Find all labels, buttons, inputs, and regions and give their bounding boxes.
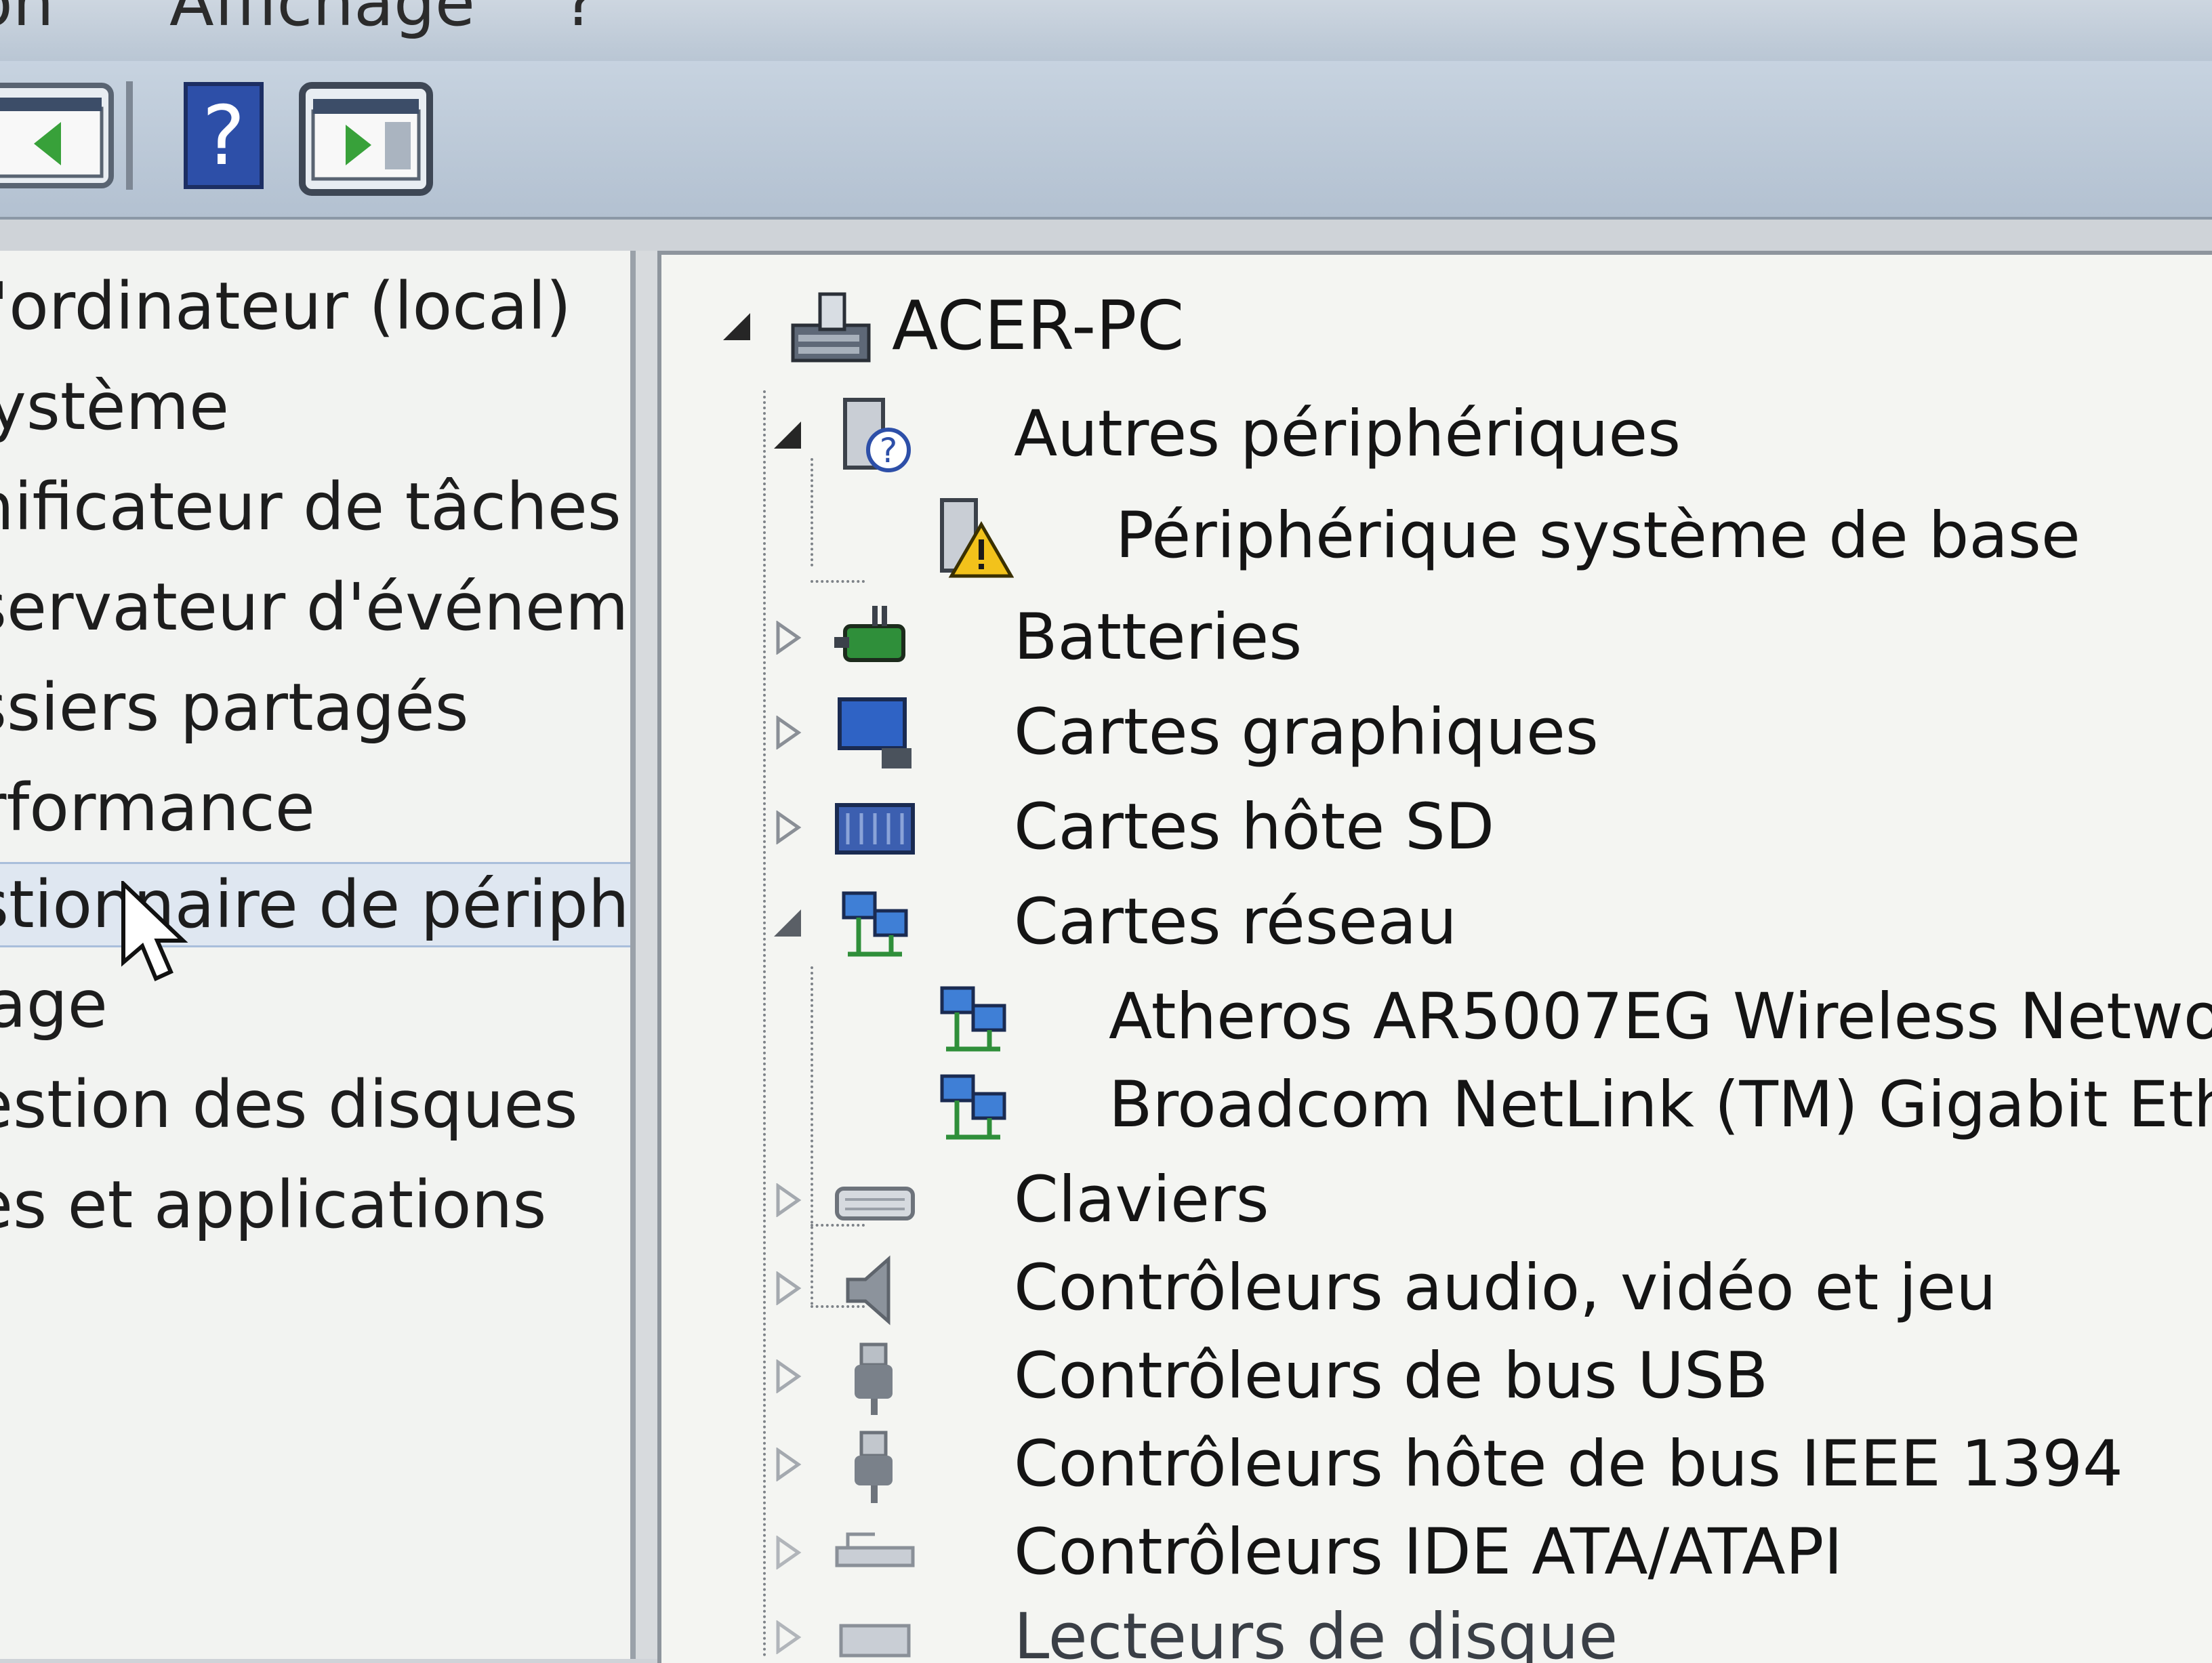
keyboard-icon — [835, 1187, 915, 1220]
tree-node-ide-controllers[interactable]: Contrôleurs IDE ATA/ATAPI — [661, 1508, 2017, 1597]
pane-splitter[interactable] — [636, 251, 657, 1659]
collapse-arrow-icon[interactable] — [719, 309, 753, 343]
tree-label: Atheros AR5007EG Wireless Network Adapte… — [1109, 980, 2212, 1054]
nav-item-performance[interactable]: rformance — [0, 767, 315, 848]
nav-item-device-manager[interactable]: stionnaire de périphé — [0, 862, 630, 947]
nav-item-shared-folders[interactable]: ssiers partagés — [0, 667, 468, 748]
battery-icon — [834, 606, 905, 662]
display-adapter-icon — [838, 697, 912, 768]
toolbar: ? — [0, 61, 2212, 220]
menu-item-help[interactable]: ? — [562, 0, 597, 41]
help-button[interactable]: ? — [183, 81, 264, 190]
tree-node-broadcom-adapter[interactable]: Broadcom NetLink (TM) Gigabit Ethernet — [661, 1061, 2212, 1149]
usb-icon — [855, 1342, 893, 1415]
tree-node-ieee1394-controllers[interactable]: Contrôleurs hôte de bus IEEE 1394 — [661, 1420, 2123, 1508]
speaker-icon — [846, 1255, 890, 1326]
nav-item-task-scheduler[interactable]: nificateur de tâches — [0, 466, 621, 548]
expand-arrow-icon[interactable] — [770, 1448, 804, 1481]
expand-arrow-icon[interactable] — [770, 716, 804, 750]
nav-item-disk-management[interactable]: estion des disques — [0, 1064, 578, 1145]
tree-node-disk-drives[interactable]: Lecteurs de disque — [661, 1593, 1881, 1663]
computer-icon — [791, 292, 871, 363]
tree-label: Contrôleurs IDE ATA/ATAPI — [1014, 1515, 1843, 1589]
tree-label: Autres périphériques — [1014, 397, 1681, 471]
expand-arrow-icon[interactable] — [770, 1536, 804, 1569]
nav-item-storage[interactable]: age — [0, 964, 108, 1045]
tree-node-root[interactable]: ACER-PC — [661, 282, 1610, 370]
tree-label: Batteries — [1014, 600, 1303, 674]
tree-node-keyboards[interactable]: Claviers — [661, 1156, 1610, 1244]
tree-label: Contrôleurs audio, vidéo et jeu — [1014, 1251, 1996, 1325]
tree-label: Lecteurs de disque — [1014, 1600, 1618, 1663]
menu-item-action[interactable]: on — [0, 0, 54, 41]
collapse-arrow-icon[interactable] — [770, 417, 804, 451]
unknown-device-icon: ? — [843, 398, 911, 472]
tree-node-display-adapters[interactable]: Cartes graphiques — [661, 689, 1610, 777]
tree-label: Cartes graphiques — [1014, 695, 1599, 769]
collapse-arrow-icon[interactable] — [770, 905, 804, 939]
tree-node-sd-host-adapters[interactable]: Cartes hôte SD — [661, 783, 1610, 871]
device-tree: ACER-PC ? Autres périphériques Périphéri… — [657, 251, 2212, 1663]
disk-drive-icon — [839, 1624, 911, 1658]
tree-node-other-devices[interactable]: ? Autres périphériques — [661, 390, 1881, 478]
menu-bar: on Affichage ? — [0, 0, 2212, 61]
navigation-pane: l'ordinateur (local) ystème nificateur d… — [0, 251, 636, 1659]
expand-arrow-icon[interactable] — [770, 1183, 804, 1217]
tree-node-base-system-device[interactable]: Périphérique système de base — [661, 492, 2152, 580]
network-adapter-icon — [940, 1074, 1006, 1140]
tree-label: Contrôleurs de bus USB — [1014, 1339, 1769, 1413]
expand-arrow-icon[interactable] — [770, 1359, 804, 1393]
nav-item-services-applications[interactable]: es et applications — [0, 1164, 546, 1246]
tree-node-audio-controllers[interactable]: Contrôleurs audio, vidéo et jeu — [661, 1244, 1996, 1332]
show-action-pane-button[interactable] — [298, 81, 434, 197]
ieee1394-icon — [855, 1431, 893, 1503]
tree-label: Cartes réseau — [1014, 885, 1457, 959]
svg-text:?: ? — [880, 431, 898, 470]
tree-node-network-adapters[interactable]: Cartes réseau — [661, 878, 1610, 966]
tree-node-atheros-adapter[interactable]: Atheros AR5007EG Wireless Network Adapte… — [661, 973, 2212, 1061]
ide-controller-icon — [835, 1532, 915, 1567]
tree-label: Cartes hôte SD — [1014, 790, 1495, 864]
tree-label-root: ACER-PC — [892, 286, 1185, 365]
warning-device-icon — [940, 498, 1014, 578]
tree-node-usb-controllers[interactable]: Contrôleurs de bus USB — [661, 1332, 1881, 1420]
sd-host-icon — [835, 803, 915, 855]
expand-arrow-icon[interactable] — [770, 1620, 804, 1654]
expand-arrow-icon[interactable] — [770, 1271, 804, 1305]
tree-label: Contrôleurs hôte de bus IEEE 1394 — [1014, 1427, 2123, 1501]
menu-item-affichage[interactable]: Affichage — [169, 0, 475, 41]
expand-arrow-icon[interactable] — [770, 621, 804, 655]
tree-node-batteries[interactable]: Batteries — [661, 594, 1610, 682]
mouse-pointer-icon — [121, 881, 188, 982]
nav-item-event-viewer[interactable]: servateur d'événeme — [0, 567, 630, 648]
tree-guide-line — [811, 580, 865, 583]
help-icon: ? — [202, 89, 245, 184]
network-adapter-icon — [842, 891, 908, 957]
expand-arrow-icon[interactable] — [770, 810, 804, 844]
tree-label: Broadcom NetLink (TM) Gigabit Ethernet — [1109, 1068, 2212, 1142]
network-adapter-icon — [940, 986, 1006, 1052]
tree-label: Périphérique système de base — [1115, 499, 2081, 573]
tree-label: Claviers — [1014, 1163, 1269, 1237]
toolbar-separator — [126, 81, 133, 190]
nav-item-computer-management[interactable]: l'ordinateur (local) — [0, 266, 571, 347]
back-pane-button[interactable] — [0, 81, 115, 190]
nav-item-system-tools[interactable]: ystème — [0, 366, 229, 447]
